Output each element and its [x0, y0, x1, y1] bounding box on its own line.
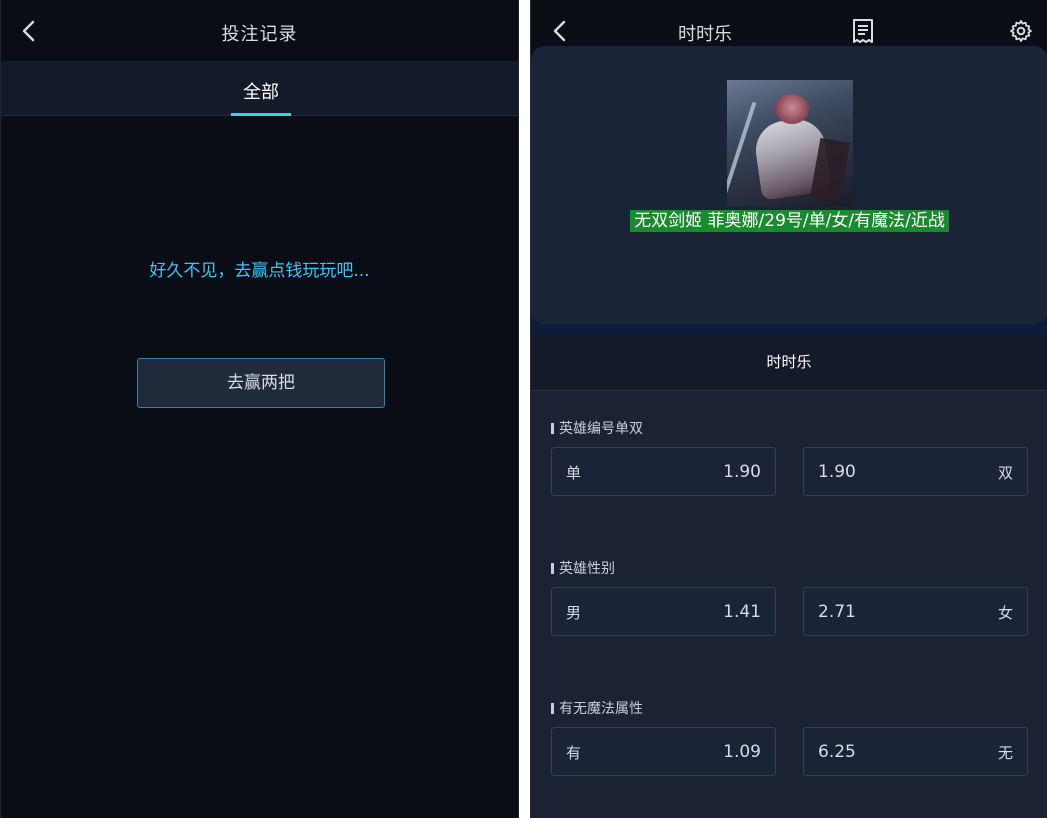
group-label-odd-even: 英雄编号单双	[551, 418, 643, 438]
bet-option-odds: 1.90	[723, 462, 761, 482]
bet-option-label: 有	[566, 744, 582, 762]
page-title: 投注记录	[221, 24, 298, 45]
bet-records-button[interactable]	[851, 18, 875, 44]
bet-option-label: 双	[997, 464, 1013, 482]
game-screen: 时时乐 无双剑姬 菲奥娜/29号/单/女/有魔法/近战 时时乐 英雄编号单双 单…	[530, 0, 1047, 818]
bet-option-odds: 6.25	[818, 742, 856, 762]
bet-option-label: 男	[566, 604, 582, 622]
bet-option-label: 单	[566, 464, 582, 482]
bet-option-odds: 1.09	[723, 742, 761, 762]
gear-icon	[1010, 20, 1032, 42]
hero-result-card: 无双剑姬 菲奥娜/29号/单/女/有魔法/近战	[531, 46, 1047, 324]
bet-history-header: 投注记录	[1, 0, 518, 61]
active-tab-indicator	[231, 113, 291, 116]
go-win-button[interactable]: 去赢两把	[137, 358, 385, 408]
bet-option-female[interactable]: 2.71 女	[803, 587, 1028, 636]
bet-history-screen: 投注记录 全部 好久不见，去赢点钱玩玩吧... 去赢两把	[0, 0, 519, 818]
hero-portrait	[727, 80, 853, 206]
page-title: 时时乐	[678, 24, 732, 45]
receipt-icon	[853, 19, 873, 43]
tab-all[interactable]: 全部	[231, 61, 291, 116]
bet-option-odds: 1.41	[723, 602, 761, 622]
tab-label: 全部	[243, 82, 279, 103]
hero-name-text: 无双剑姬 菲奥娜/29号/单/女/有魔法/近战	[630, 210, 949, 232]
game-section-title: 时时乐	[531, 334, 1047, 391]
bet-option-no-magic[interactable]: 6.25 无	[803, 727, 1028, 776]
bet-option-odds: 1.90	[818, 462, 856, 482]
bet-option-label: 女	[997, 604, 1013, 622]
empty-state-message: 好久不见，去赢点钱玩玩吧...	[149, 261, 370, 281]
bet-option-has-magic[interactable]: 有 1.09	[551, 727, 776, 776]
bet-option-odd[interactable]: 单 1.90	[551, 447, 776, 496]
filter-tabs: 全部	[1, 61, 518, 116]
bet-option-male[interactable]: 男 1.41	[551, 587, 776, 636]
chevron-left-icon	[553, 20, 566, 42]
back-button[interactable]	[550, 19, 572, 43]
hero-result-label: 无双剑姬 菲奥娜/29号/单/女/有魔法/近战	[531, 210, 1047, 232]
group-label-gender: 英雄性别	[551, 558, 615, 578]
bet-option-label: 无	[997, 744, 1013, 762]
group-label-magic: 有无魔法属性	[551, 698, 643, 718]
bet-option-even[interactable]: 1.90 双	[803, 447, 1028, 496]
settings-button[interactable]	[1009, 19, 1033, 43]
bet-option-odds: 2.71	[818, 602, 856, 622]
